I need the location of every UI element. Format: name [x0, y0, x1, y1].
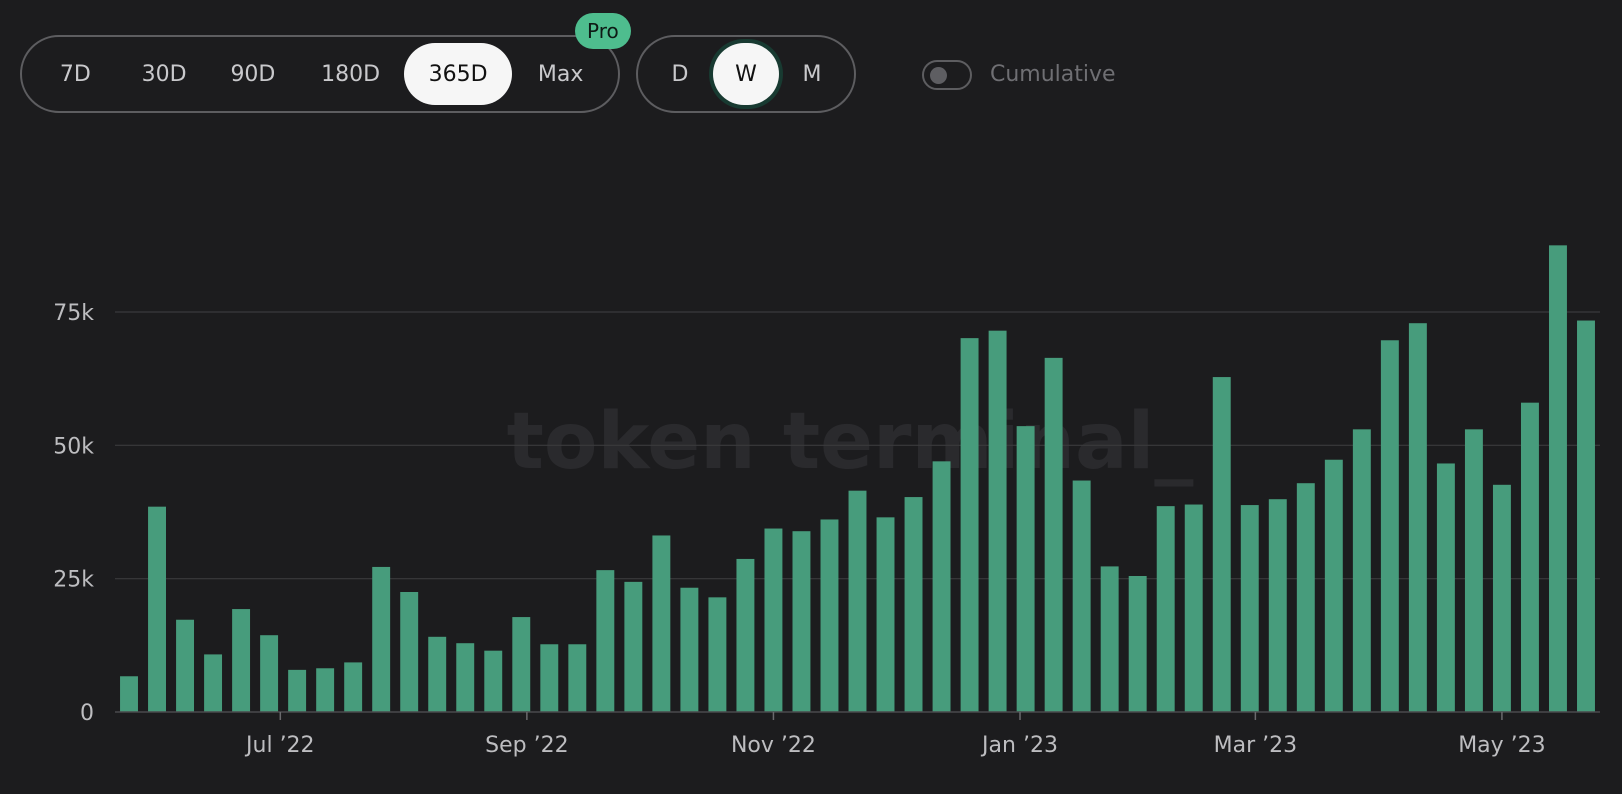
bar: [904, 497, 923, 712]
bar: [176, 619, 195, 712]
bar: [1380, 340, 1399, 712]
bar: [932, 461, 951, 712]
bar: [792, 531, 811, 712]
x-tick-label: Jul ’22: [244, 733, 315, 758]
x-tick-label: Mar ’23: [1214, 733, 1298, 758]
bar: [1577, 320, 1595, 712]
bar: [1549, 245, 1567, 713]
bar: [1464, 429, 1483, 712]
y-tick-label: 0: [80, 701, 94, 726]
bar: [1240, 505, 1259, 712]
bar: [400, 592, 419, 712]
bar: [652, 535, 671, 712]
bar: [1324, 459, 1343, 712]
bar: [540, 644, 559, 712]
bar: [764, 528, 783, 712]
bar: [1408, 323, 1427, 712]
bar: [1268, 499, 1287, 712]
bar: [428, 636, 447, 712]
bar: [1492, 484, 1511, 712]
bar: [568, 644, 587, 712]
bar: [344, 662, 363, 712]
x-tick-label: May ’23: [1458, 733, 1545, 758]
bar: [1296, 483, 1315, 712]
y-axis-tick-labels: 0 25k 50k 75k: [53, 301, 94, 726]
bar: [1212, 377, 1231, 712]
y-tick-label: 50k: [53, 434, 94, 459]
watermark-text: token terminal_: [507, 397, 1194, 487]
bar: [260, 635, 279, 712]
x-tick-label: Jan ’23: [980, 733, 1058, 758]
weekly-bar-chart: token terminal_ 0 25k 50k 75k Jul ’22 Sep ’2…: [53, 245, 1600, 758]
bar: [1352, 429, 1371, 712]
bar: [820, 519, 839, 712]
bar: [624, 581, 643, 712]
bar: [1184, 504, 1203, 712]
bar: [372, 566, 391, 712]
bar: [1128, 576, 1147, 712]
x-axis: Jul ’22 Sep ’22 Nov ’22 Jan ’23 Mar ’23 May ’…: [115, 711, 1600, 758]
bar: [960, 338, 979, 712]
bar: [736, 558, 755, 712]
bar: [288, 669, 307, 712]
bar: [204, 654, 223, 712]
bar: [316, 668, 335, 712]
bar: [232, 609, 251, 712]
bar: [456, 643, 475, 712]
bar: [708, 597, 727, 712]
bar: [596, 570, 615, 712]
y-tick-label: 75k: [53, 301, 94, 326]
bar: [120, 676, 138, 712]
bar: [1016, 426, 1035, 712]
bar: [1156, 506, 1175, 712]
bar: [876, 517, 895, 712]
y-tick-label: 25k: [53, 568, 94, 593]
bar: [1436, 463, 1455, 712]
bar: [512, 617, 531, 712]
bar: [1072, 480, 1091, 712]
bar: [1520, 402, 1539, 712]
x-tick-label: Nov ’22: [731, 733, 816, 758]
bar: [680, 587, 699, 712]
bar: [988, 330, 1007, 712]
bar: [484, 650, 503, 712]
bar: [1044, 357, 1063, 712]
bar: [148, 506, 166, 712]
bar: [1100, 566, 1119, 712]
bar: [848, 490, 867, 712]
x-tick-label: Sep ’22: [485, 733, 568, 758]
